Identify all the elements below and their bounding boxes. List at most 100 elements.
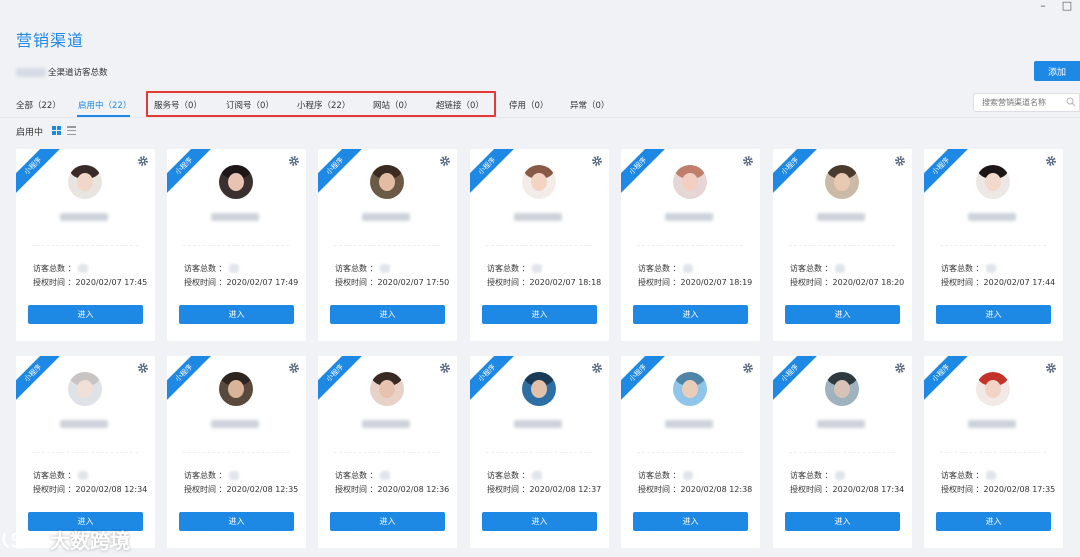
- auth-time-label: 授权时间 ：: [335, 278, 378, 287]
- watermark-text: 大数跨境: [50, 529, 130, 553]
- visitor-total: 全渠道访客总数: [16, 66, 108, 78]
- avatar: [370, 165, 404, 199]
- channel-card: 小程序 访客总数 ： 授权时间 ：2020/02/07 17:50 进入: [318, 149, 457, 341]
- channel-card: 小程序 访客总数 ： 授权时间 ：2020/02/07 17:44 进入: [924, 149, 1063, 341]
- auth-time-label: 授权时间 ：: [184, 278, 227, 287]
- auth-time-value: 2020/02/08 12:35: [226, 485, 299, 494]
- enter-button[interactable]: 进入: [785, 512, 900, 531]
- visitor-count-label: 访客总数 ：: [184, 471, 227, 480]
- gear-icon[interactable]: [591, 155, 603, 167]
- visitor-count-value-blurred: [531, 264, 542, 273]
- visitor-count-value-blurred: [77, 471, 88, 480]
- enter-button[interactable]: 进入: [28, 305, 143, 324]
- enter-button[interactable]: 进入: [936, 512, 1051, 531]
- visitor-count-row: 访客总数 ：: [335, 263, 390, 274]
- list-view-icon[interactable]: [67, 126, 76, 135]
- grid-view-icon[interactable]: [52, 126, 61, 135]
- watermark-logo: [2, 532, 35, 549]
- tab-abnormal[interactable]: 异常（0）: [570, 99, 609, 111]
- auth-time-row: 授权时间 ：2020/02/08 12:34: [33, 484, 147, 495]
- search-input[interactable]: [973, 93, 1080, 112]
- auth-time-label: 授权时间 ：: [487, 278, 530, 287]
- channel-name-blurred: [514, 420, 562, 428]
- visitor-count-value-blurred: [834, 471, 845, 480]
- add-button[interactable]: 添加: [1034, 61, 1080, 81]
- channel-name-blurred: [60, 420, 108, 428]
- auth-time-row: 授权时间 ：2020/02/08 17:35: [941, 484, 1055, 495]
- channel-name-blurred: [968, 420, 1016, 428]
- mini-program-ribbon: 小程序: [167, 149, 216, 198]
- gear-icon[interactable]: [137, 362, 149, 374]
- mini-program-ribbon: 小程序: [16, 149, 65, 198]
- avatar: [976, 165, 1010, 199]
- enter-button[interactable]: 进入: [330, 305, 445, 324]
- auth-time-value: 2020/02/07 17:49: [226, 278, 299, 287]
- enter-button[interactable]: 进入: [179, 305, 294, 324]
- auth-time-row: 授权时间 ：2020/02/07 18:20: [790, 277, 904, 288]
- visitor-count-label: 访客总数 ：: [335, 471, 378, 480]
- auth-time-value: 2020/02/07 18:18: [529, 278, 602, 287]
- gear-icon[interactable]: [288, 362, 300, 374]
- mini-program-ribbon: 小程序: [167, 356, 216, 405]
- card-divider: [183, 245, 289, 246]
- mini-program-ribbon: 小程序: [773, 356, 822, 405]
- maximize-icon[interactable]: □: [1060, 0, 1074, 14]
- gear-icon[interactable]: [1045, 362, 1057, 374]
- avatar: [370, 372, 404, 406]
- auth-time-row: 授权时间 ：2020/02/07 17:49: [184, 277, 298, 288]
- avatar: [68, 165, 102, 199]
- gear-icon[interactable]: [742, 155, 754, 167]
- auth-time-label: 授权时间 ：: [790, 278, 833, 287]
- visitor-count-row: 访客总数 ：: [335, 470, 390, 481]
- enter-button[interactable]: 进入: [936, 305, 1051, 324]
- visitor-count-label: 访客总数 ：: [487, 264, 530, 273]
- enter-button[interactable]: 进入: [633, 305, 748, 324]
- auth-time-value: 2020/02/08 17:35: [983, 485, 1056, 494]
- visitor-count-value-blurred: [379, 264, 390, 273]
- visitor-count-label: 访客总数 ：: [790, 471, 833, 480]
- channel-card: 小程序 访客总数 ：授权时间 ：2020/02/08 12:34 进入: [16, 356, 155, 548]
- visitor-count-value-blurred: [834, 264, 845, 273]
- active-tab-indicator: [77, 115, 130, 117]
- channel-card: 小程序 访客总数 ： 授权时间 ：2020/02/08 12:36 进入: [318, 356, 457, 548]
- tab-enabled[interactable]: 启用中（22）: [78, 99, 131, 111]
- enter-button[interactable]: 进入: [482, 512, 597, 531]
- gear-icon[interactable]: [288, 155, 300, 167]
- visitor-count-label: 访客总数 ：: [33, 471, 76, 480]
- channel-card: 小程序 访客总数 ： 授权时间 ：2020/02/08 12:38 进入: [621, 356, 760, 548]
- gear-icon[interactable]: [137, 155, 149, 167]
- page-title: 营销渠道: [16, 31, 85, 50]
- channel-card: 小程序 访客总数 ： 授权时间 ：2020/02/07 17:45 进入: [16, 149, 155, 341]
- visitor-count-value-blurred: [682, 471, 693, 480]
- visitor-count-row: 访客总数 ：: [638, 470, 693, 481]
- auth-time-label: 授权时间 ：: [184, 485, 227, 494]
- gear-icon[interactable]: [894, 155, 906, 167]
- enter-button[interactable]: 进入: [785, 305, 900, 324]
- gear-icon[interactable]: [742, 362, 754, 374]
- enter-button[interactable]: 进入: [633, 512, 748, 531]
- avatar: [976, 372, 1010, 406]
- gear-icon[interactable]: [591, 362, 603, 374]
- card-divider: [32, 245, 138, 246]
- tab-disabled[interactable]: 停用（0）: [509, 99, 548, 111]
- channel-name-blurred: [817, 420, 865, 428]
- search-icon[interactable]: [1066, 97, 1076, 107]
- enter-button[interactable]: 进入: [482, 305, 597, 324]
- gear-icon[interactable]: [1045, 155, 1057, 167]
- tab-all[interactable]: 全部（22）: [16, 99, 61, 111]
- visitor-count-row: 访客总数 ：: [184, 263, 239, 274]
- auth-time-row: 授权时间 ：2020/02/07 17:44: [941, 277, 1055, 288]
- enter-button[interactable]: 进入: [330, 512, 445, 531]
- visitor-count-row: 访客总数 ：: [790, 470, 845, 481]
- mini-program-ribbon: 小程序: [621, 149, 670, 198]
- auth-time-label: 授权时间 ：: [941, 485, 984, 494]
- minimize-icon[interactable]: –: [1036, 0, 1050, 14]
- gear-icon[interactable]: [894, 362, 906, 374]
- gear-icon[interactable]: [439, 362, 451, 374]
- visitor-count-row: 访客总数 ：: [790, 263, 845, 274]
- card-divider: [32, 452, 138, 453]
- gear-icon[interactable]: [439, 155, 451, 167]
- enter-button[interactable]: 进入: [179, 512, 294, 531]
- visitor-count-label: 访客总数 ：: [941, 264, 984, 273]
- visitor-total-value-blurred: [16, 67, 46, 77]
